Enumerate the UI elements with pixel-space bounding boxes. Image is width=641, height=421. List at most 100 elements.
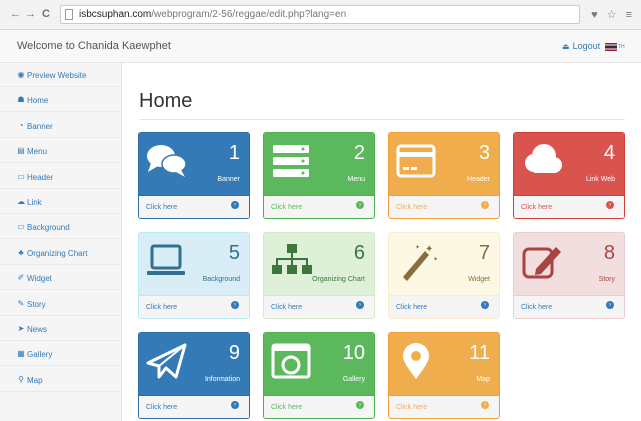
dashboard-panel-story[interactable]: 8 Story Click here › <box>513 232 625 319</box>
panel-heading: 1 Banner <box>139 133 249 195</box>
sidebar-item-label: News <box>27 325 48 334</box>
panel-count: 2 <box>353 142 365 164</box>
panel-footer[interactable]: Click here › <box>514 195 624 218</box>
panel-label: Map <box>476 376 490 383</box>
language-switch[interactable]: TH <box>605 42 625 51</box>
browser-menu-icons[interactable]: ♥ ☆ ≡ <box>591 8 635 21</box>
panel-footer[interactable]: Click here › <box>139 195 249 218</box>
arrow-circle-right-icon[interactable]: › <box>606 301 614 309</box>
sidebar-item-label: Widget <box>27 274 52 284</box>
sidebar-item-preview-website[interactable]: ◉ Preview Website <box>0 63 122 87</box>
header-card-icon <box>395 141 439 181</box>
click-here-link[interactable]: Click here <box>396 204 427 211</box>
logout-icon: ⏏ <box>562 42 570 51</box>
sidebar-item-menu[interactable]: ▤ Menu <box>0 139 122 164</box>
dashboard-panel-header[interactable]: 3 Header Click here › <box>388 132 500 219</box>
reload-icon[interactable]: C <box>42 8 50 20</box>
panel-label: Background <box>202 276 240 283</box>
panel-footer[interactable]: Click here › <box>389 195 499 218</box>
click-here-link[interactable]: Click here <box>271 404 302 411</box>
forward-arrow-icon[interactable]: → <box>25 8 36 20</box>
sidebar-item-organizing-chart[interactable]: ♣ Organizing Chart <box>0 241 122 265</box>
sidebar-item-background[interactable]: ▭ Background <box>0 215 122 240</box>
panel-heading: 6 Organizing Chart <box>264 233 374 295</box>
sidebar-item-story[interactable]: ✎ Story <box>0 292 122 316</box>
sidebar-item-home[interactable]: ☗ Home <box>0 88 122 113</box>
sidebar-item-label: Preview Website <box>27 71 87 80</box>
arrow-circle-right-icon[interactable]: › <box>356 301 364 309</box>
dashboard-panel-menu[interactable]: 2 Menu Click here › <box>263 132 375 219</box>
arrow-circle-right-icon[interactable]: › <box>481 201 489 209</box>
dashboard-panel-widget[interactable]: ✦ ✦ ✦ 7 Widget Click here › <box>388 232 500 319</box>
panel-footer[interactable]: Click here › <box>139 295 249 318</box>
panel-label: Widget <box>468 276 490 283</box>
arrow-circle-right-icon[interactable]: › <box>231 301 239 309</box>
thai-flag-icon <box>605 42 617 51</box>
click-here-link[interactable]: Click here <box>396 304 427 311</box>
panel-footer[interactable]: Click here › <box>264 395 374 418</box>
sidebar-item-widget[interactable]: ✐ Widget <box>0 266 122 291</box>
gallery-icon: ▦ <box>17 349 25 359</box>
app-header: Welcome to Chanida Kaewphet ⏏ Logout TH <box>0 30 641 63</box>
cloud-icon: ☁ <box>17 197 25 206</box>
sidebar-item-gallery[interactable]: ▦ Gallery <box>0 342 122 367</box>
click-here-link[interactable]: Click here <box>521 304 552 311</box>
dashboard-panel-map[interactable]: 11 Map Click here › <box>388 332 500 419</box>
send-icon: ➤ <box>17 324 25 333</box>
click-here-link[interactable]: Click here <box>521 204 552 211</box>
page-title: Home <box>139 90 193 112</box>
sidebar-item-map[interactable]: ⚲ Map <box>0 368 122 392</box>
sidebar-item-link[interactable]: ☁ Link <box>0 190 122 214</box>
arrow-circle-right-icon[interactable]: › <box>231 401 239 409</box>
click-here-link[interactable]: Click here <box>271 204 302 211</box>
panel-count: 6 <box>353 242 365 264</box>
panel-footer[interactable]: Click here › <box>264 295 374 318</box>
click-here-link[interactable]: Click here <box>396 404 427 411</box>
dashboard-panel-banner[interactable]: 1 Banner Click here › <box>138 132 250 219</box>
arrow-circle-right-icon[interactable]: › <box>481 301 489 309</box>
click-here-link[interactable]: Click here <box>146 304 177 311</box>
dashboard-panel-organizing-chart[interactable]: 6 Organizing Chart Click here › <box>263 232 375 319</box>
svg-text:✦: ✦ <box>425 244 433 255</box>
arrow-circle-right-icon[interactable]: › <box>356 401 364 409</box>
dashboard-panel-information[interactable]: 9 Information Click here › <box>138 332 250 419</box>
sidebar-item-label: Story <box>27 299 46 309</box>
sidebar-item-label: Gallery <box>27 350 53 360</box>
sidebar-item-header[interactable]: ▭ Header <box>0 165 122 189</box>
panel-footer[interactable]: Click here › <box>389 395 499 418</box>
dashboard-panel-gallery[interactable]: 10 Gallery Click here › <box>263 332 375 419</box>
click-here-link[interactable]: Click here <box>146 404 177 411</box>
sidebar-item-label: Background <box>27 223 70 233</box>
panel-footer[interactable]: Click here › <box>139 395 249 418</box>
arrow-circle-right-icon[interactable]: › <box>481 401 489 409</box>
sidebar-item-label: Header <box>27 172 54 182</box>
sidebar-item-label: Organizing Chart <box>27 248 88 258</box>
panel-count: 1 <box>228 142 240 164</box>
dashboard-panel-background[interactable]: 5 Background Click here › <box>138 232 250 319</box>
laptop-icon <box>145 241 189 281</box>
panel-footer[interactable]: Click here › <box>389 295 499 318</box>
menu-icon <box>270 141 314 181</box>
panel-heading: 5 Background <box>139 233 249 295</box>
panel-count: 11 <box>469 342 490 364</box>
url-text[interactable]: isbcsuphan.com/webprogram/2-56/reggae/ed… <box>79 9 346 20</box>
arrow-circle-right-icon[interactable]: › <box>356 201 364 209</box>
address-bar[interactable]: isbcsuphan.com/webprogram/2-56/reggae/ed… <box>60 5 580 24</box>
logout-link[interactable]: ⏏ Logout <box>562 41 600 51</box>
eye-icon: ◉ <box>17 70 25 79</box>
sidebar-item-news[interactable]: ➤ News <box>0 317 122 341</box>
panel-footer[interactable]: Click here › <box>514 295 624 318</box>
back-arrow-icon[interactable]: ← <box>10 8 21 20</box>
comments-icon <box>145 141 189 181</box>
sitemap-icon <box>270 241 314 281</box>
arrow-circle-right-icon[interactable]: › <box>606 201 614 209</box>
panel-footer[interactable]: Click here › <box>264 195 374 218</box>
panel-count: 8 <box>603 242 615 264</box>
panel-label: Gallery <box>342 376 365 383</box>
click-here-link[interactable]: Click here <box>271 304 302 311</box>
dashboard-panel-link-web[interactable]: 4 Link Web Click here › <box>513 132 625 219</box>
header-card-icon: ▭ <box>17 171 25 181</box>
arrow-circle-right-icon[interactable]: › <box>231 201 239 209</box>
click-here-link[interactable]: Click here <box>146 204 177 211</box>
sidebar-item-banner[interactable]: ◔ Banner <box>0 114 122 138</box>
